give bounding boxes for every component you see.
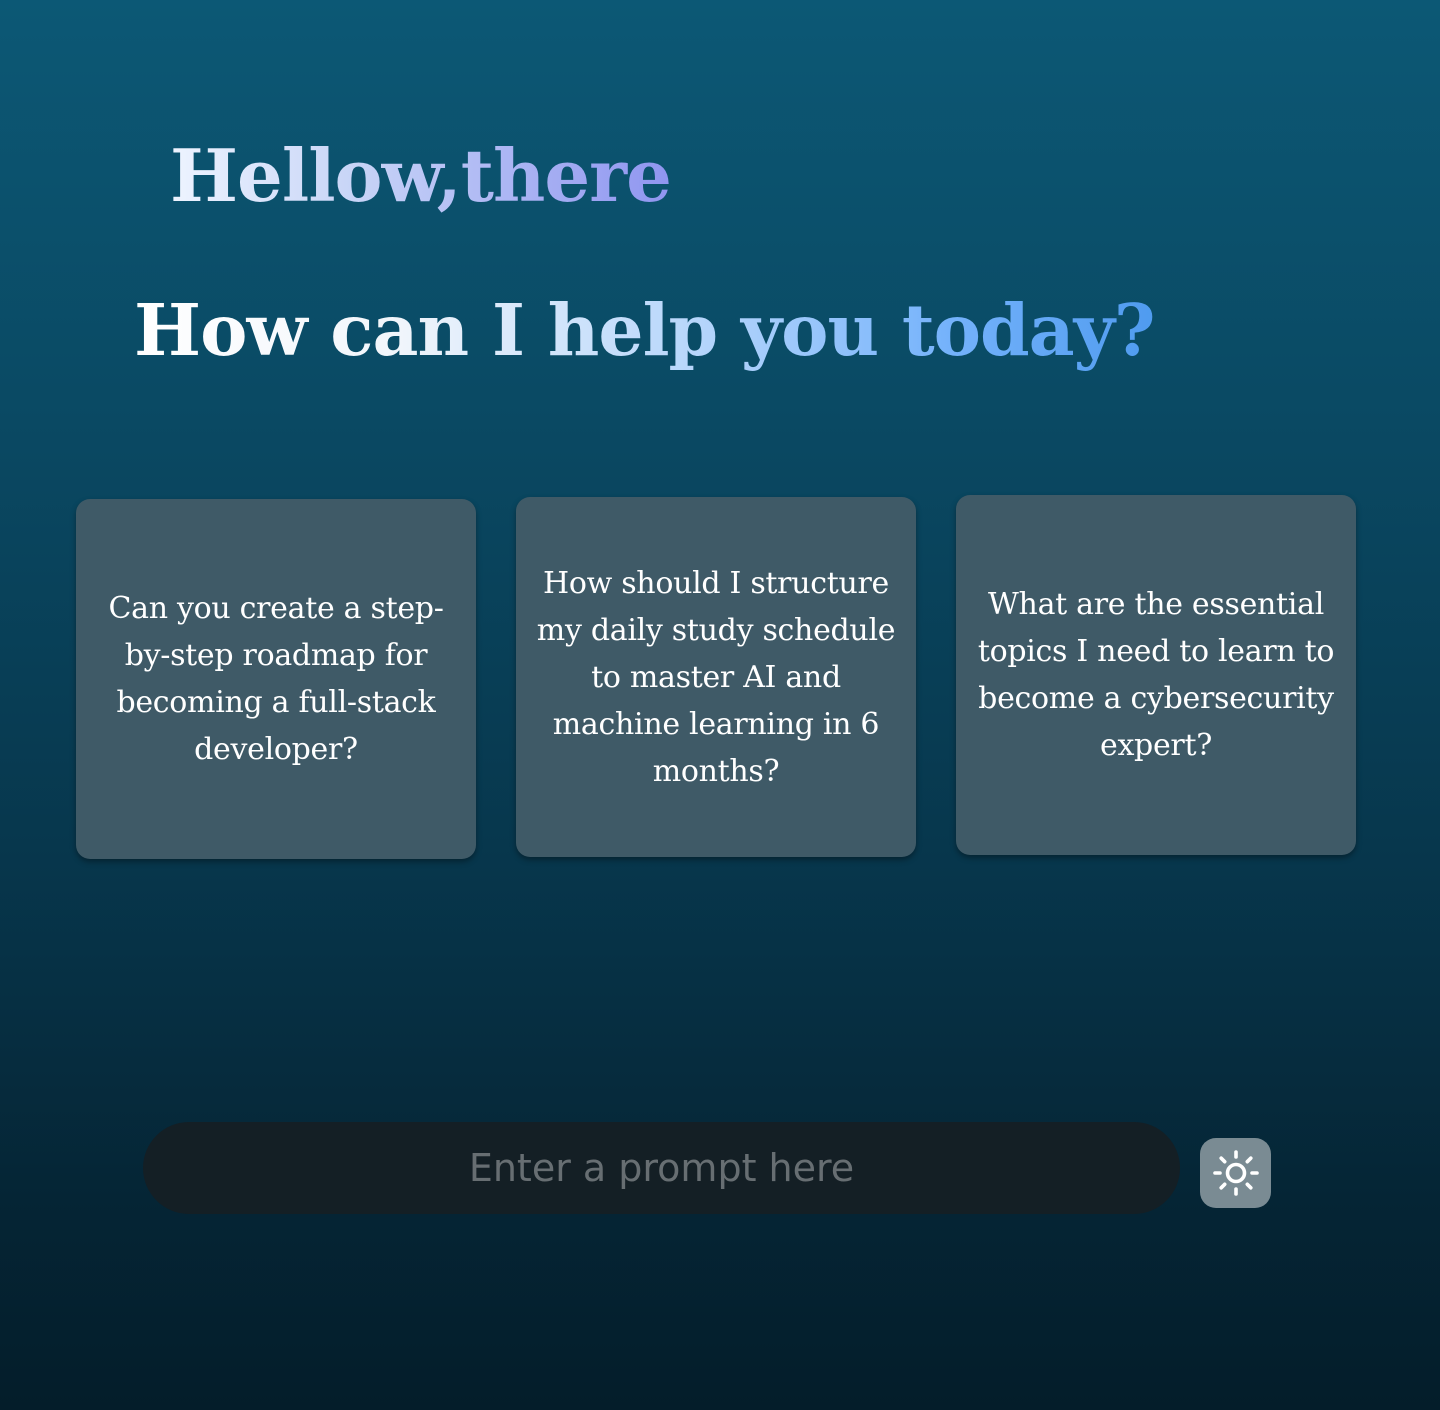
prompt-input[interactable] bbox=[143, 1122, 1180, 1214]
prompt-bar bbox=[143, 1122, 1180, 1214]
sun-icon bbox=[1212, 1150, 1259, 1196]
page-title: How can I help you today? bbox=[134, 282, 1156, 378]
suggestion-card-study-schedule[interactable]: How should I structure my daily study sc… bbox=[516, 497, 916, 857]
suggestion-card-roadmap[interactable]: Can you create a step-by-step roadmap fo… bbox=[76, 499, 476, 859]
greeting-title: Hellow,there bbox=[170, 128, 672, 224]
theme-toggle-button[interactable] bbox=[1200, 1138, 1271, 1208]
suggestion-card-cybersecurity[interactable]: What are the essential topics I need to … bbox=[956, 495, 1356, 855]
suggestion-card-text: How should I structure my daily study sc… bbox=[536, 565, 896, 789]
suggestion-card-text: Can you create a step-by-step roadmap fo… bbox=[108, 591, 444, 767]
suggestion-card-text: What are the essential topics I need to … bbox=[977, 587, 1335, 763]
